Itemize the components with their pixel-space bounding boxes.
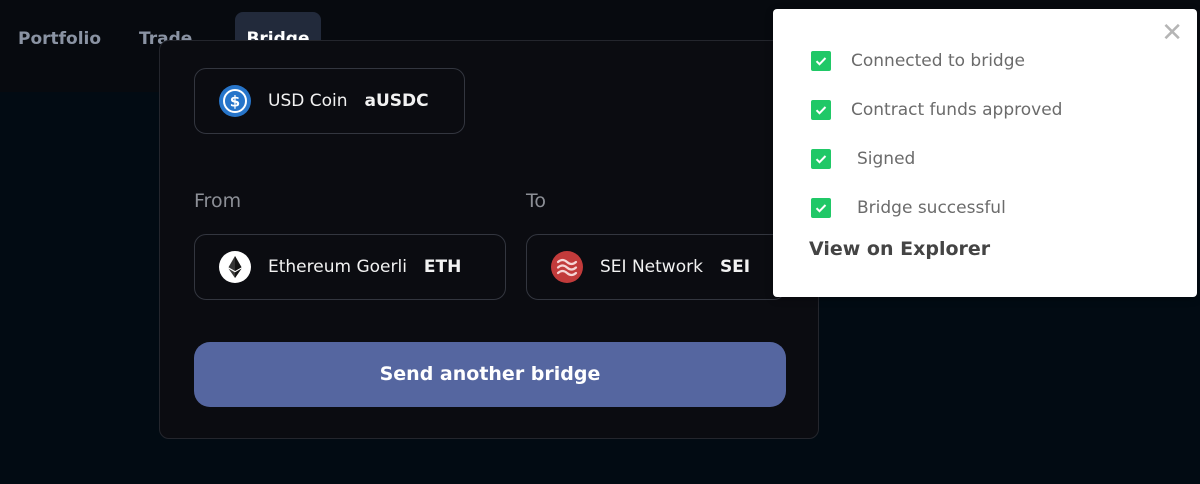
token-symbol: aUSDC bbox=[364, 91, 429, 111]
step-connected: Connected to bridge bbox=[811, 51, 1025, 71]
checkbox-checked-icon bbox=[811, 51, 831, 71]
step-bridge-successful: Bridge successful bbox=[811, 198, 1006, 218]
close-icon[interactable]: ✕ bbox=[1161, 19, 1183, 45]
step-approved: Contract funds approved bbox=[811, 100, 1062, 120]
step-label: Bridge successful bbox=[857, 198, 1006, 218]
step-signed: Signed bbox=[811, 149, 915, 169]
step-label: Connected to bridge bbox=[851, 51, 1025, 71]
from-network-symbol: ETH bbox=[423, 257, 462, 277]
bridge-status-toast: ✕ Connected to bridge Contract funds app… bbox=[773, 9, 1197, 297]
step-label: Signed bbox=[857, 149, 916, 169]
checkbox-checked-icon bbox=[811, 100, 831, 120]
checkbox-checked-icon bbox=[811, 198, 831, 218]
step-label: Contract funds approved bbox=[851, 100, 1063, 120]
from-label: From bbox=[194, 190, 242, 212]
to-network-selector[interactable]: SEI Network SEI bbox=[526, 234, 786, 300]
ethereum-icon bbox=[219, 251, 251, 283]
view-on-explorer-link[interactable]: View on Explorer bbox=[809, 238, 990, 260]
checkbox-checked-icon bbox=[811, 149, 831, 169]
token-name: USD Coin bbox=[268, 91, 348, 111]
token-selector[interactable]: $ USD Coin aUSDC bbox=[194, 68, 465, 134]
to-label: To bbox=[526, 190, 547, 212]
sei-icon bbox=[551, 251, 583, 283]
tab-portfolio[interactable]: Portfolio bbox=[18, 12, 101, 66]
svg-text:$: $ bbox=[230, 93, 240, 111]
from-network-selector[interactable]: Ethereum Goerli ETH bbox=[194, 234, 506, 300]
to-network-name: SEI Network bbox=[600, 257, 703, 277]
usdc-coin-icon: $ bbox=[219, 85, 251, 117]
to-network-symbol: SEI bbox=[719, 257, 751, 277]
from-network-name: Ethereum Goerli bbox=[268, 257, 407, 277]
send-another-bridge-button[interactable]: Send another bridge bbox=[194, 342, 786, 407]
